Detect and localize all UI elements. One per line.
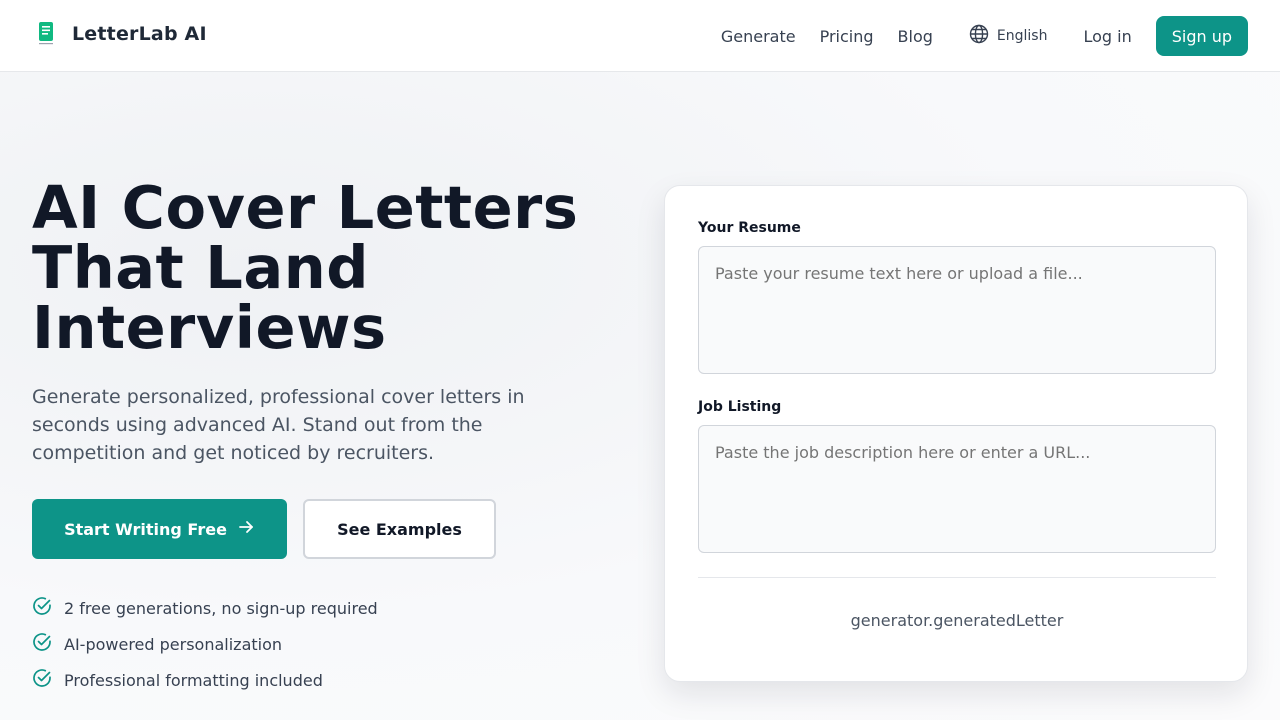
check-circle-icon: [32, 632, 52, 656]
login-link[interactable]: Log in: [1083, 27, 1131, 46]
main-nav: Generate Pricing Blog English Log in Sig…: [721, 16, 1248, 56]
feature-text: Professional formatting included: [64, 670, 323, 690]
globe-icon: [969, 24, 989, 48]
nav-blog[interactable]: Blog: [898, 27, 933, 46]
logo-icon: [36, 20, 58, 48]
feature-text: AI-powered personalization: [64, 634, 283, 654]
feature-list: 2 free generations, no sign-up required …: [32, 590, 378, 698]
arrow-right-icon: [227, 518, 255, 540]
resume-label: Your Resume: [698, 220, 801, 236]
feature-item: 2 free generations, no sign-up required: [32, 590, 378, 626]
generator-card: Your Resume Job Listing generator.genera…: [664, 185, 1248, 682]
check-circle-icon: [32, 596, 52, 620]
check-circle-icon: [32, 668, 52, 692]
hero-title-line: AI Cover Letters: [32, 173, 579, 242]
hero-subtitle: Generate personalized, professional cove…: [32, 386, 525, 464]
resume-input[interactable]: [698, 246, 1216, 374]
hero-title-line: Interviews: [32, 293, 387, 362]
feature-item: Professional formatting included: [32, 662, 378, 698]
feature-text: 2 free generations, no sign-up required: [64, 598, 378, 618]
nav-pricing[interactable]: Pricing: [820, 27, 874, 46]
generated-letter-output: generator.generatedLetter: [850, 611, 1064, 630]
language-label: English: [996, 28, 1048, 44]
start-writing-button[interactable]: Start Writing Free: [32, 499, 287, 559]
brand-name: LetterLab AI: [72, 23, 207, 45]
language-selector[interactable]: English: [969, 24, 1048, 48]
top-navbar: LetterLab AI Generate Pricing Blog Engli…: [0, 0, 1280, 72]
cta-row: Start Writing Free See Examples: [32, 499, 496, 559]
signup-button[interactable]: Sign up: [1155, 16, 1248, 56]
divider: [698, 577, 1216, 578]
feature-item: AI-powered personalization: [32, 626, 378, 662]
job-listing-input[interactable]: [698, 425, 1216, 553]
see-examples-button[interactable]: See Examples: [303, 499, 496, 559]
brand[interactable]: LetterLab AI: [36, 20, 207, 48]
start-writing-label: Start Writing Free: [64, 519, 227, 539]
hero-title-line: That Land: [32, 233, 369, 302]
nav-generate[interactable]: Generate: [721, 27, 796, 46]
job-listing-label: Job Listing: [698, 399, 782, 415]
hero-title: AI Cover Letters That Land Interviews: [32, 178, 622, 358]
